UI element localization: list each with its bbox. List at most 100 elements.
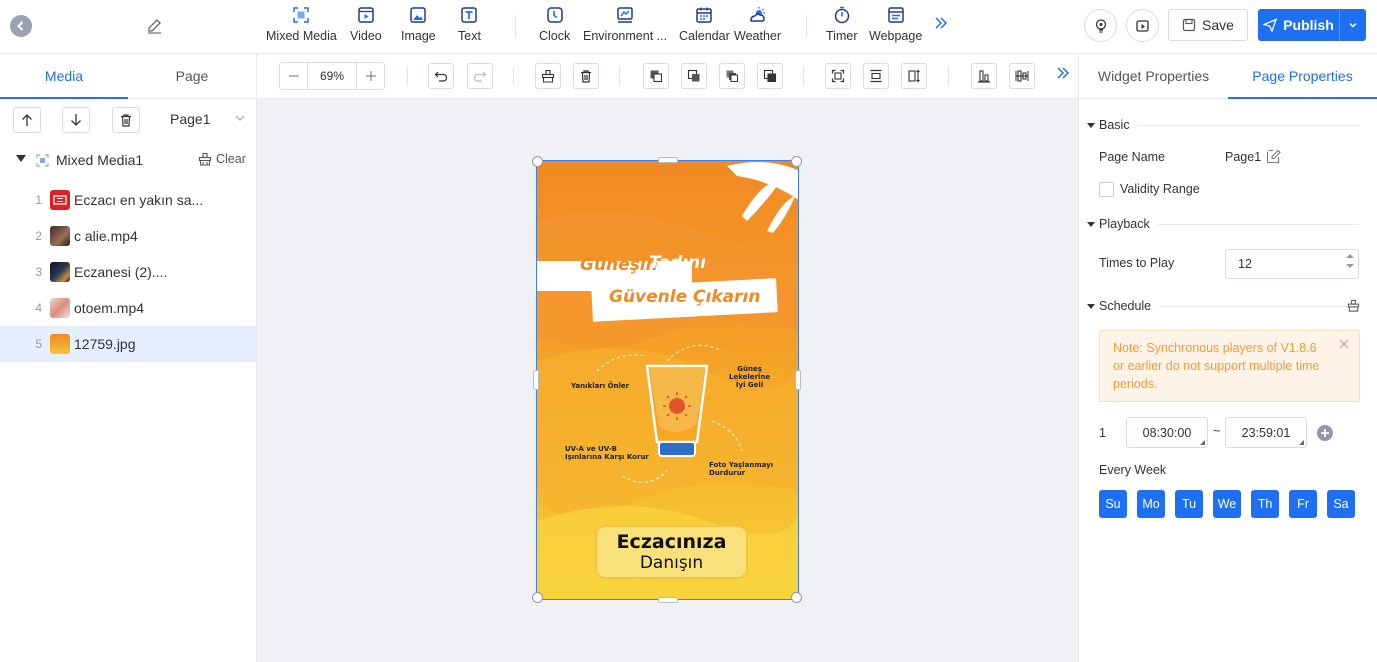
stepper-up-icon[interactable] [1346,253,1354,259]
redo-button[interactable] [467,63,493,89]
back-button[interactable] [10,15,32,37]
play-preview-button[interactable] [1126,9,1159,42]
media-list-item-selected[interactable]: 5 12759.jpg [0,326,256,362]
resize-handle-top-right[interactable] [791,156,802,167]
bring-forward-icon [650,70,663,83]
tool-webpage[interactable]: Webpage [869,5,922,43]
tab-page-properties[interactable]: Page Properties [1228,54,1377,99]
every-week-label: Every Week [1099,463,1167,477]
day-toggle-thursday[interactable]: Th [1251,490,1279,518]
publish-button[interactable]: Publish [1258,9,1339,41]
send-backward-button[interactable] [681,63,707,89]
bring-to-front-button[interactable] [719,63,745,89]
media-list-item[interactable]: 2 c alie.mp4 [0,218,256,254]
tool-environment[interactable]: Environment ... [583,5,667,43]
tree-root-label: Mixed Media1 [56,152,144,168]
timer-icon [832,5,852,25]
resize-handle-top-left[interactable] [532,156,543,167]
end-time-input[interactable]: 23:59:01 [1225,417,1307,448]
item-thumbnail [50,190,70,210]
delete-button[interactable] [112,107,140,133]
tool-clock[interactable]: Clock [539,5,570,43]
align-middle-button[interactable] [1009,63,1035,89]
fill-height-button[interactable] [901,63,927,89]
edit-icon[interactable] [1266,149,1281,164]
tool-image[interactable]: Image [401,5,436,43]
poster-widget[interactable]: Güneşin Tadını Güvenle Çıkarın Yanıkları… [536,160,799,600]
caret-down-icon[interactable] [16,155,26,163]
item-thumbnail [50,226,70,246]
day-toggle-saturday[interactable]: Sa [1327,490,1355,518]
tab-media[interactable]: Media [0,54,128,99]
day-toggle-sunday[interactable]: Su [1099,490,1127,518]
tool-mixed-media[interactable]: Mixed Media [266,5,337,43]
resize-handle-top[interactable] [658,157,678,163]
more-canvas-tools-button[interactable] [1056,66,1070,85]
poster-label-right: Güneş Lekelerine İyi Geli [729,365,770,389]
resize-handle-bottom-right[interactable] [791,592,802,603]
tab-page[interactable]: Page [128,54,256,98]
move-up-button[interactable] [13,107,41,133]
fill-width-button[interactable] [863,63,889,89]
tool-label: Environment ... [583,29,668,43]
send-to-back-button[interactable] [757,63,783,89]
resize-handle-right[interactable] [795,370,801,390]
section-basic[interactable]: Basic [1087,117,1359,133]
day-toggle-monday[interactable]: Mo [1137,490,1165,518]
section-playback[interactable]: Playback [1087,216,1359,232]
zoom-in-button[interactable] [357,63,384,89]
delete-widget-button[interactable] [573,63,599,89]
plus-icon [1321,429,1329,437]
chevron-down-icon[interactable] [234,112,246,124]
tree-root-mixed-media[interactable]: Mixed Media1 Clear [0,150,257,172]
stepper-down-icon[interactable] [1346,263,1354,269]
close-icon[interactable] [1339,339,1349,349]
clear-button[interactable]: Clear [198,152,246,166]
start-time-value: 08:30:00 [1142,425,1192,440]
save-button[interactable]: Save [1168,9,1248,41]
properties-tabs: Widget Properties Page Properties [1079,54,1377,99]
tool-text[interactable]: Text [458,5,481,43]
tool-weather[interactable]: Weather [734,5,781,43]
validity-range-checkbox[interactable] [1099,182,1114,197]
bring-forward-button[interactable] [643,63,669,89]
media-list-item[interactable]: 3 Eczanesi (2).... [0,254,256,290]
start-time-input[interactable]: 08:30:00 [1126,417,1208,448]
broom-icon[interactable] [1347,299,1360,312]
resize-handle-left[interactable] [533,370,539,390]
more-tools-button[interactable] [934,16,948,35]
align-bottom-button[interactable] [971,63,997,89]
resize-handle-bottom[interactable] [658,597,678,603]
number-stepper[interactable] [1346,253,1354,269]
tab-widget-properties[interactable]: Widget Properties [1079,54,1228,98]
publish-dropdown-button[interactable] [1339,9,1366,41]
tool-timer[interactable]: Timer [826,5,857,43]
undo-button[interactable] [428,63,454,89]
day-toggle-tuesday[interactable]: Tu [1175,490,1203,518]
tool-calendar[interactable]: Calendar [679,5,730,43]
clear-canvas-button[interactable] [535,63,561,89]
note-text: Note: Synchronous players of V1.8.6 or e… [1113,341,1320,391]
add-time-period-button[interactable] [1317,425,1333,441]
toolbar-divider [803,67,804,85]
move-down-button[interactable] [62,107,90,133]
media-list-item[interactable]: 1 Eczacı en yakın sa... [0,182,256,218]
item-index: 3 [35,265,42,279]
zoom-value[interactable]: 69% [307,63,357,89]
tool-video[interactable]: Video [350,5,382,43]
day-toggle-wednesday[interactable]: We [1213,490,1241,518]
rename-button[interactable] [146,17,164,35]
zoom-out-button[interactable] [280,63,307,89]
canvas-area[interactable]: Güneşin Tadını Güvenle Çıkarın Yanıkları… [257,99,1078,662]
page-select[interactable]: Page1 [170,111,210,127]
fit-screen-button[interactable] [825,63,851,89]
time-range-separator: ~ [1213,424,1221,438]
times-to-play-input[interactable]: 12 [1225,249,1359,279]
preview-button[interactable] [1084,9,1117,42]
validity-range-label: Validity Range [1120,182,1200,196]
section-schedule[interactable]: Schedule [1087,298,1359,314]
resize-handle-bottom-left[interactable] [532,592,543,603]
media-list-item[interactable]: 4 otoem.mp4 [0,290,256,326]
item-thumbnail [50,334,70,354]
day-toggle-friday[interactable]: Fr [1289,490,1317,518]
